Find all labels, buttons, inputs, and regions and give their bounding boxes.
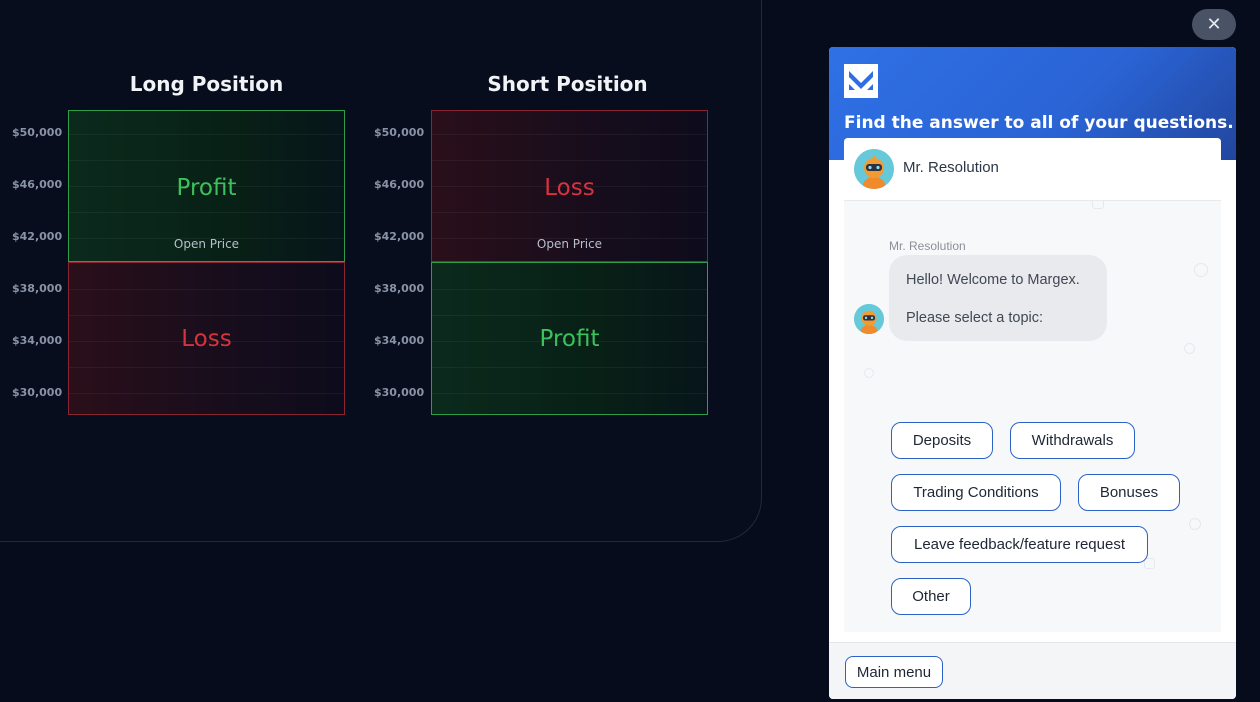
long-loss-label: Loss: [181, 325, 232, 352]
message-line: Hello! Welcome to Margex.: [906, 272, 1080, 288]
message-avatar: [854, 304, 884, 334]
short-position-title: Short Position: [487, 72, 648, 96]
topic-withdrawals-button[interactable]: Withdrawals: [1010, 422, 1135, 459]
message-line: Please select a topic:: [906, 310, 1044, 326]
long-profit-zone: Profit Open Price: [68, 110, 345, 262]
close-chat-button[interactable]: ✕: [1192, 9, 1236, 40]
short-profit-zone: Profit: [431, 262, 708, 415]
short-profit-label: Profit: [539, 325, 600, 352]
close-icon: ✕: [1206, 14, 1222, 35]
main-menu-button[interactable]: Main menu: [845, 656, 943, 688]
price-tick: $34,000: [12, 334, 63, 347]
chat-tagline: Find the answer to all of your questions…: [844, 113, 1234, 133]
price-tick: $30,000: [374, 386, 425, 399]
background-pattern: [1184, 343, 1195, 354]
chat-widget: Find the answer to all of your questions…: [829, 47, 1236, 699]
background-pattern: [1144, 558, 1155, 569]
long-position-title: Long Position: [129, 72, 284, 96]
topic-other-button[interactable]: Other: [891, 578, 971, 615]
message-bubble: Hello! Welcome to Margex. Please select …: [889, 255, 1107, 341]
background-pattern: [864, 368, 874, 378]
agent-header: Mr. Resolution: [844, 138, 1221, 201]
background-pattern: [1189, 518, 1201, 530]
price-tick: $46,000: [374, 178, 425, 191]
price-tick: $38,000: [374, 282, 425, 295]
agent-name: Mr. Resolution: [903, 159, 999, 176]
price-tick: $42,000: [12, 230, 63, 243]
topic-trading-conditions-button[interactable]: Trading Conditions: [891, 474, 1061, 511]
long-loss-zone: Loss: [68, 262, 345, 415]
price-tick: $42,000: [374, 230, 425, 243]
short-loss-label: Loss: [544, 175, 595, 201]
agent-avatar: [854, 149, 894, 189]
long-profit-label: Profit: [176, 175, 237, 201]
background-pattern: [1194, 263, 1208, 277]
short-loss-zone: Loss Open Price: [431, 110, 708, 262]
margex-logo-icon: [844, 64, 878, 98]
short-open-price-label: Open Price: [536, 237, 603, 251]
message-author: Mr. Resolution: [889, 239, 966, 253]
topic-bonuses-button[interactable]: Bonuses: [1078, 474, 1180, 511]
price-tick: $50,000: [12, 126, 63, 139]
price-tick: $30,000: [12, 386, 63, 399]
price-tick: $50,000: [374, 126, 425, 139]
chat-footer: Main menu: [829, 642, 1236, 699]
price-tick: $38,000: [12, 282, 63, 295]
chat-conversation[interactable]: Mr. Resolution Mr. Resolution Hello! Wel…: [844, 138, 1221, 632]
topic-deposits-button[interactable]: Deposits: [891, 422, 993, 459]
price-tick: $46,000: [12, 178, 63, 191]
price-tick: $34,000: [374, 334, 425, 347]
topic-feedback-button[interactable]: Leave feedback/feature request: [891, 526, 1148, 563]
long-open-price-label: Open Price: [173, 237, 240, 251]
